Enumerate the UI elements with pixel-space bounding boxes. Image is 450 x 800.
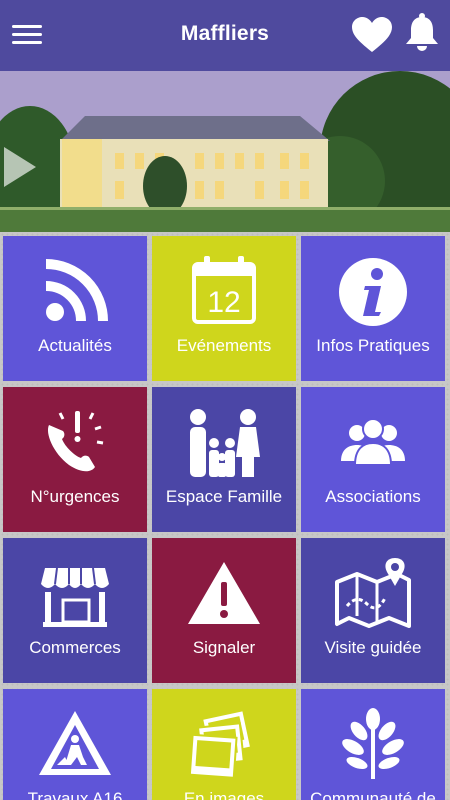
family-icon — [190, 409, 260, 477]
tile-label: Communauté de — [310, 789, 436, 800]
tile-visite-guidee[interactable]: Visite guidée — [301, 538, 445, 683]
tile-en-images[interactable]: En images — [152, 689, 296, 800]
tile-evenements[interactable]: 12 Evénements — [152, 236, 296, 381]
tile-label: Infos Pratiques — [316, 336, 430, 355]
roadwork-icon — [39, 711, 111, 775]
tile-label: Evénements — [176, 336, 272, 355]
tile-grid: Actualités 12 Evénements Infos Pratiques — [0, 232, 450, 800]
tile-label: Signaler — [192, 638, 256, 657]
tile-label: Actualités — [38, 336, 112, 355]
tile-label: Travaux A16 — [27, 789, 123, 800]
tile-signaler[interactable]: Signaler — [152, 538, 296, 683]
tile-communaute[interactable]: Communauté de — [301, 689, 445, 800]
play-arrow-icon[interactable] — [0, 145, 40, 189]
tile-label: En images — [183, 789, 265, 800]
tile-urgences[interactable]: N°urgences — [3, 387, 147, 532]
banner-carousel[interactable] — [0, 71, 450, 232]
tile-infos-pratiques[interactable]: Infos Pratiques — [301, 236, 445, 381]
tile-associations[interactable]: Associations — [301, 387, 445, 532]
photos-icon — [188, 709, 253, 779]
tile-commerces[interactable]: Commerces — [3, 538, 147, 683]
tile-label: Visite guidée — [324, 638, 422, 657]
chateau-photo — [0, 71, 450, 232]
tile-label: Espace Famille — [165, 487, 283, 506]
tile-travaux-a16[interactable]: Travaux A16 — [3, 689, 147, 800]
warning-icon — [188, 562, 260, 624]
heart-icon[interactable] — [351, 16, 393, 54]
tile-espace-famille[interactable]: Espace Famille — [152, 387, 296, 532]
tile-label: Associations — [325, 487, 421, 506]
tile-label: Commerces — [29, 638, 121, 657]
top-app-bar: Maffliers — [0, 0, 450, 71]
map-icon — [335, 558, 411, 628]
info-icon — [339, 258, 407, 326]
tile-actualites[interactable]: Actualités — [3, 236, 147, 381]
shop-icon — [41, 567, 109, 627]
calendar-icon: 12 — [192, 256, 256, 324]
emergency-phone-icon — [47, 411, 104, 472]
tile-label: N°urgences — [30, 487, 120, 506]
bell-icon[interactable] — [403, 12, 441, 52]
svg-text:12: 12 — [207, 286, 240, 319]
leaf-emblem-icon — [342, 708, 404, 780]
rss-icon — [45, 259, 108, 322]
group-icon — [341, 418, 405, 466]
